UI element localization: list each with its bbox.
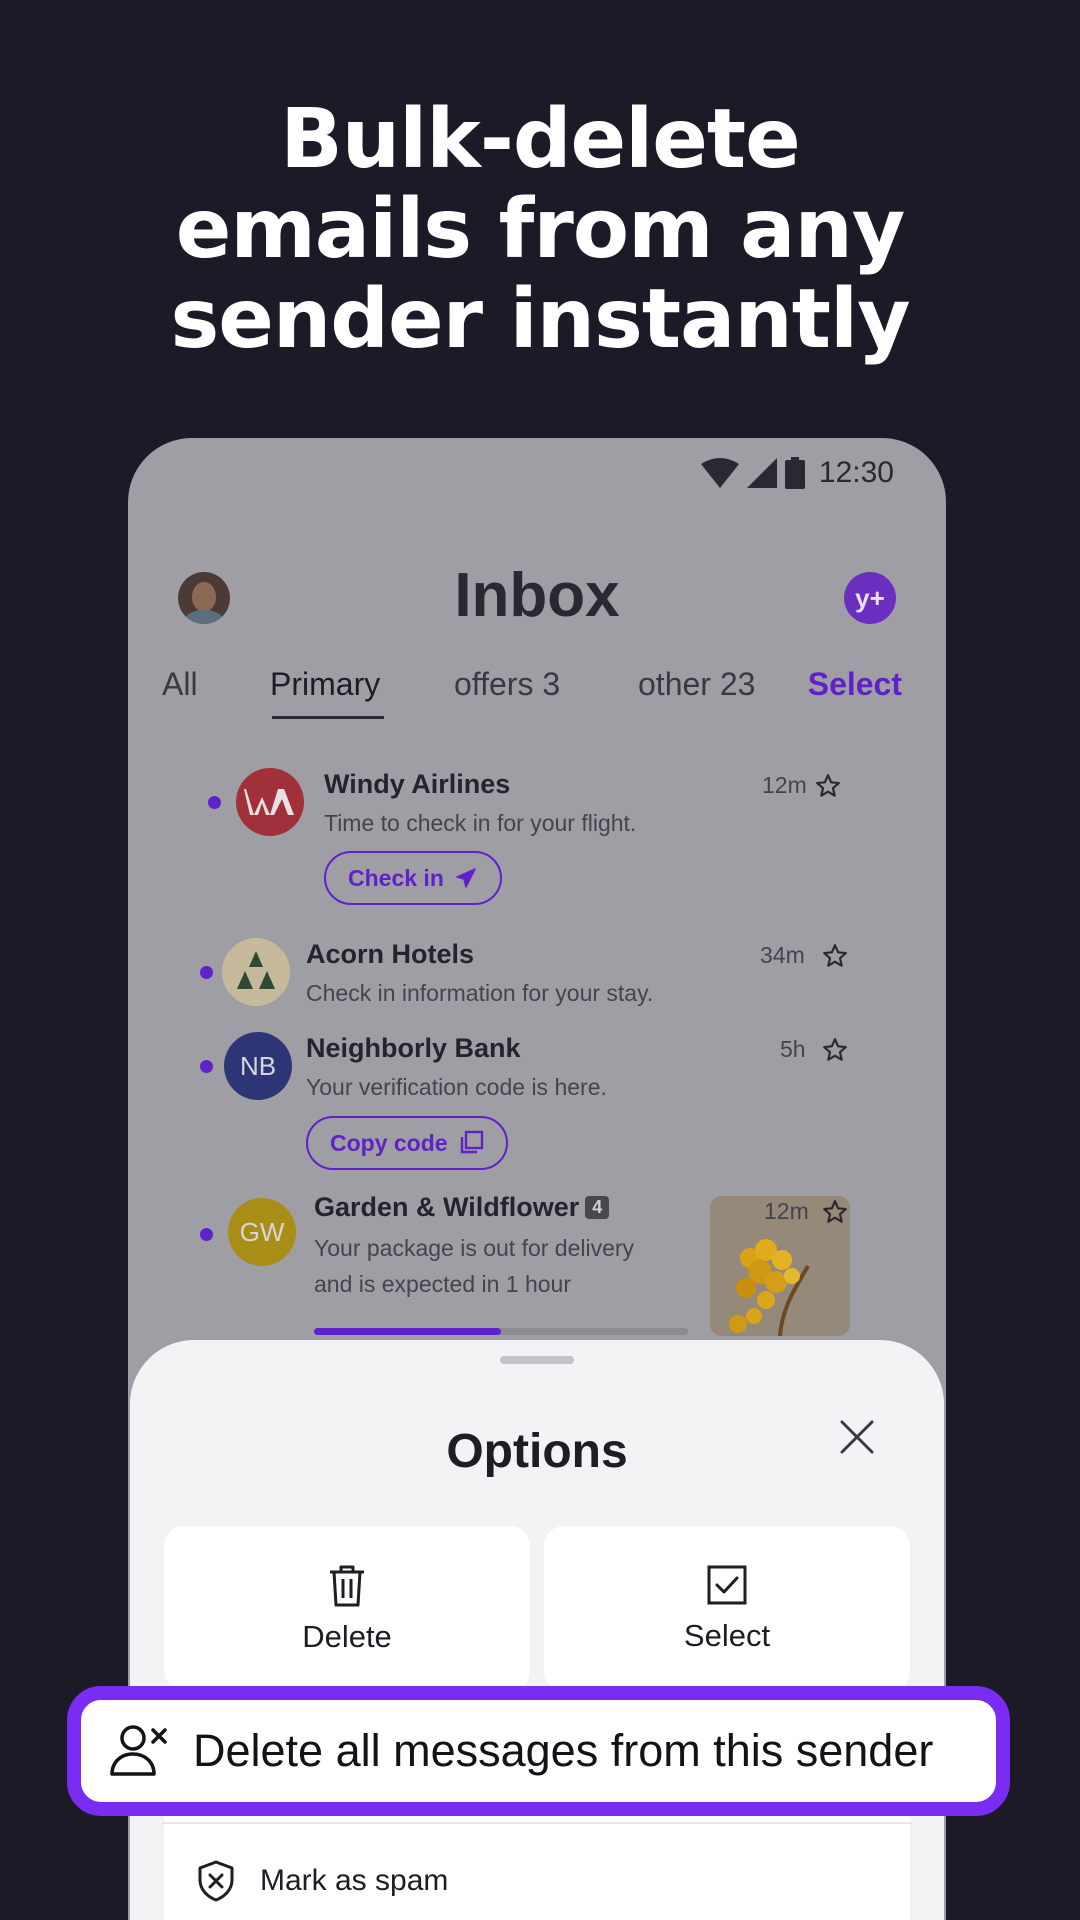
- sender-avatar: [236, 768, 304, 836]
- signal-icon: [746, 458, 777, 488]
- star-icon[interactable]: [822, 1037, 848, 1063]
- check-in-button[interactable]: Check in: [324, 851, 502, 905]
- tab-other[interactable]: other 23: [638, 666, 755, 703]
- divider: [162, 1822, 912, 1824]
- delivery-progress-fill: [314, 1328, 501, 1335]
- sender-name: Windy Airlines: [324, 769, 511, 799]
- star-icon[interactable]: [822, 943, 848, 969]
- select-option-button[interactable]: Select: [544, 1526, 910, 1691]
- tab-active-indicator: [272, 716, 384, 719]
- yahoo-plus-badge[interactable]: y+: [844, 572, 896, 624]
- thread-count-badge: 4: [585, 1196, 610, 1219]
- user-remove-icon: [110, 1725, 167, 1776]
- sheet-drag-handle[interactable]: [500, 1356, 574, 1364]
- options-sheet: Options Delete Select Mark as spam: [130, 1340, 944, 1920]
- star-icon[interactable]: [822, 1199, 848, 1225]
- mark-as-spam-label: Mark as spam: [260, 1864, 449, 1897]
- headline: Bulk-delete emails from any sender insta…: [0, 95, 1080, 365]
- delivery-progress-bar: [314, 1328, 688, 1335]
- airplane-icon: [456, 868, 476, 888]
- mark-as-spam-row[interactable]: Mark as spam: [196, 1860, 448, 1902]
- delete-all-from-sender-button[interactable]: Delete all messages from this sender: [67, 1686, 1010, 1816]
- check-in-label: Check in: [348, 864, 444, 891]
- headline-line-2: emails from any: [175, 182, 906, 277]
- delete-option-label: Delete: [302, 1618, 392, 1654]
- copy-code-button[interactable]: Copy code: [306, 1116, 508, 1170]
- sender-avatar: GW: [228, 1198, 296, 1266]
- unread-dot: [200, 1228, 213, 1241]
- email-time: 5h: [780, 1036, 806, 1062]
- headline-line-1: Bulk-delete: [280, 92, 800, 187]
- tab-all[interactable]: All: [162, 666, 198, 703]
- delete-all-from-sender-label: Delete all messages from this sender: [193, 1725, 934, 1776]
- email-time: 12m: [762, 772, 807, 798]
- page-title: Inbox: [454, 561, 620, 630]
- email-snippet: Your package is out for delivery and is …: [314, 1230, 674, 1302]
- delete-option-button[interactable]: Delete: [164, 1526, 530, 1691]
- select-option-label: Select: [683, 1617, 771, 1653]
- status-bar: 12:30: [700, 448, 894, 498]
- email-snippet: Your verification code is here.: [306, 1074, 607, 1100]
- checkbox-icon: [707, 1565, 747, 1604]
- wifi-icon: [700, 458, 739, 488]
- trash-icon: [330, 1565, 364, 1606]
- copy-code-label: Copy code: [330, 1129, 448, 1156]
- sender-name: Neighborly Bank: [306, 1033, 521, 1063]
- unread-dot: [208, 796, 221, 809]
- sheet-title: Options: [446, 1425, 628, 1478]
- email-time: 34m: [760, 942, 805, 968]
- tab-offers[interactable]: offers 3: [454, 666, 560, 703]
- sender-avatar: [222, 938, 290, 1006]
- headline-line-3: sender instantly: [170, 272, 910, 367]
- sender-name: Garden & Wildflower 4: [314, 1192, 610, 1223]
- shield-x-icon: [198, 1860, 234, 1902]
- email-snippet-line-2: and is expected in 1 hour: [314, 1271, 572, 1297]
- email-snippet: Check in information for your stay.: [306, 980, 654, 1006]
- tab-primary[interactable]: Primary: [270, 666, 380, 703]
- status-time: 12:30: [818, 456, 894, 489]
- email-snippet: Time to check in for your flight.: [324, 810, 637, 836]
- email-snippet-line-1: Your package is out for delivery: [314, 1235, 635, 1261]
- battery-icon: [784, 457, 805, 489]
- windy-airlines-logo: [244, 789, 294, 815]
- acorn-hotels-logo: [237, 951, 275, 989]
- sender-avatar: NB: [224, 1032, 292, 1100]
- unread-dot: [200, 966, 213, 979]
- select-link[interactable]: Select: [808, 666, 902, 703]
- close-icon[interactable]: [836, 1416, 878, 1458]
- sender-name-text: Garden & Wildflower: [314, 1192, 580, 1222]
- sender-name: Acorn Hotels: [306, 939, 475, 969]
- copy-icon: [460, 1130, 483, 1154]
- unread-dot: [200, 1060, 213, 1073]
- star-icon[interactable]: [815, 773, 841, 799]
- email-time: 12m: [764, 1198, 809, 1224]
